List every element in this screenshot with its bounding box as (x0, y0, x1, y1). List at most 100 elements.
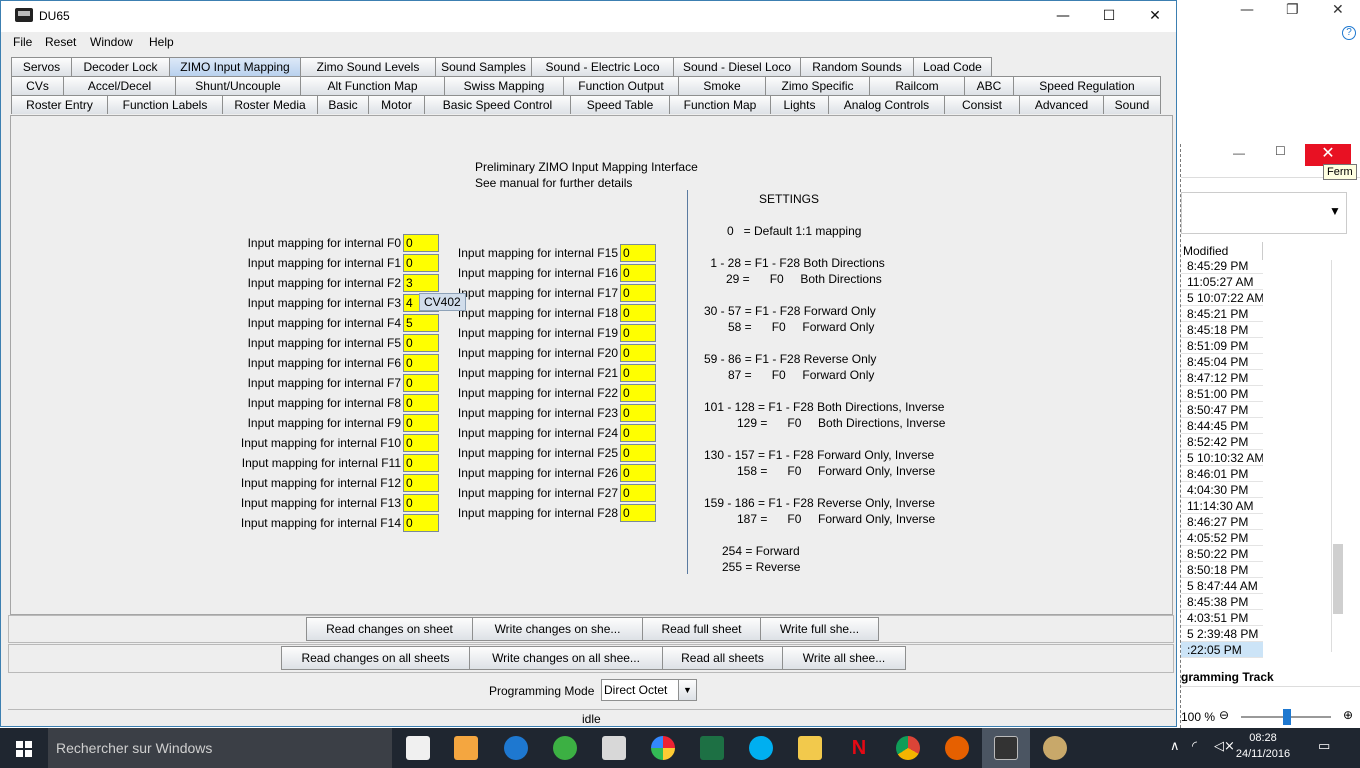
tab-abc[interactable]: ABC (964, 76, 1014, 95)
netflix-icon[interactable]: N (847, 736, 871, 760)
read-changes-on-sheet-button[interactable]: Read changes on sheet (306, 617, 473, 641)
list-item[interactable]: 8:45:18 PM (1181, 322, 1263, 338)
explorer-minimize-icon[interactable]: — (1233, 146, 1245, 160)
tray-chevron-up-icon[interactable]: ∧ (1170, 739, 1180, 754)
list-item[interactable]: 4:04:30 PM (1181, 482, 1263, 498)
read-all-sheets-button[interactable]: Read all sheets (662, 646, 783, 670)
clock-time[interactable]: 08:28 (1238, 732, 1288, 744)
mapping-input[interactable]: 0 (620, 284, 656, 302)
tab-shunt-uncouple[interactable]: Shunt/Uncouple (175, 76, 301, 95)
list-item[interactable]: 8:45:21 PM (1181, 306, 1263, 322)
list-item[interactable]: :22:05 PM (1181, 642, 1263, 658)
excel-icon[interactable] (700, 736, 724, 760)
tab-sound-diesel-loco[interactable]: Sound - Diesel Loco (673, 57, 801, 76)
tab-roster-media[interactable]: Roster Media (222, 95, 318, 114)
bg-close-icon[interactable]: ✕ (1332, 2, 1344, 18)
explorer-address-combo[interactable] (1181, 192, 1347, 234)
windows-start-icon[interactable] (0, 728, 48, 768)
mapping-input[interactable]: 0 (620, 324, 656, 342)
tab-basic[interactable]: Basic (317, 95, 369, 114)
tab-railcom[interactable]: Railcom (869, 76, 965, 95)
explorer-scroll-thumb[interactable] (1333, 544, 1343, 614)
write-changes-on-sheet-button[interactable]: Write changes on she... (472, 617, 643, 641)
list-item[interactable]: 5 2:39:48 PM (1181, 626, 1263, 642)
list-item[interactable]: 8:44:45 PM (1181, 418, 1263, 434)
tab-servos[interactable]: Servos (11, 57, 72, 76)
list-item[interactable]: 8:46:27 PM (1181, 514, 1263, 530)
tab-load-code[interactable]: Load Code (913, 57, 992, 76)
tab-function-labels[interactable]: Function Labels (107, 95, 223, 114)
list-item[interactable]: 11:05:27 AM (1181, 274, 1263, 290)
list-item[interactable]: 11:14:30 AM (1181, 498, 1263, 514)
menu-file[interactable]: File (13, 35, 32, 49)
explorer-maximize-icon[interactable]: ☐ (1275, 144, 1286, 158)
menu-help[interactable]: Help (149, 35, 174, 49)
taskbar-search-box[interactable]: Rechercher sur Windows (48, 728, 392, 768)
clock-date[interactable]: 24/11/2016 (1232, 748, 1294, 760)
tab-accel-decel[interactable]: Accel/Decel (63, 76, 176, 95)
zoom-out-icon[interactable]: ⊖ (1219, 708, 1229, 722)
tab-swiss-mapping[interactable]: Swiss Mapping (444, 76, 564, 95)
list-item[interactable]: 8:50:22 PM (1181, 546, 1263, 562)
tab-random-sounds[interactable]: Random Sounds (800, 57, 914, 76)
tab-roster-entry[interactable]: Roster Entry (11, 95, 108, 114)
firefox-icon[interactable] (945, 736, 969, 760)
decoderpro-icon[interactable] (994, 736, 1018, 760)
tab-alt-function-map[interactable]: Alt Function Map (300, 76, 445, 95)
mapping-input[interactable]: 0 (620, 444, 656, 462)
list-item[interactable]: 8:45:29 PM (1181, 258, 1263, 274)
mapping-input[interactable]: 0 (620, 304, 656, 322)
edge-browser-icon[interactable] (504, 736, 528, 760)
read-changes-on-all-sheets-button[interactable]: Read changes on all sheets (281, 646, 470, 670)
tab-sound[interactable]: Sound (1103, 95, 1161, 114)
list-item[interactable]: 8:50:47 PM (1181, 402, 1263, 418)
chrome-icon[interactable] (896, 736, 920, 760)
tab-decoder-lock[interactable]: Decoder Lock (71, 57, 170, 76)
mapping-input[interactable]: 0 (620, 384, 656, 402)
list-item[interactable]: 8:46:01 PM (1181, 466, 1263, 482)
tab-zimo-input-mapping[interactable]: ZIMO Input Mapping (169, 57, 301, 76)
bg-minimize-icon[interactable]: — (1240, 2, 1254, 18)
zoom-slider-thumb[interactable] (1283, 709, 1291, 725)
tab-lights[interactable]: Lights (770, 95, 829, 114)
chevron-down-icon[interactable]: ▼ (678, 680, 696, 700)
list-item[interactable]: 8:45:04 PM (1181, 354, 1263, 370)
list-item[interactable]: 8:47:12 PM (1181, 370, 1263, 386)
list-item[interactable]: 8:51:00 PM (1181, 386, 1263, 402)
chevron-down-icon[interactable]: ▼ (1329, 204, 1341, 218)
mapping-input[interactable]: 0 (620, 464, 656, 482)
list-item[interactable]: 5 10:07:22 AM (1181, 290, 1263, 306)
skype-icon[interactable] (749, 736, 773, 760)
notification-icon[interactable]: ▭ (1318, 739, 1330, 754)
photos-icon[interactable] (651, 736, 675, 760)
list-item[interactable]: 8:45:38 PM (1181, 594, 1263, 610)
list-item[interactable]: 8:52:42 PM (1181, 434, 1263, 450)
mapping-input[interactable]: 0 (620, 404, 656, 422)
minimize-button[interactable]: — (1040, 1, 1086, 31)
list-item[interactable]: 8:51:09 PM (1181, 338, 1263, 354)
write-all-sheets-button[interactable]: Write all shee... (782, 646, 906, 670)
menu-reset[interactable]: Reset (45, 35, 76, 49)
programming-mode-select[interactable]: Direct Octet ▼ (601, 679, 697, 701)
mapping-input[interactable]: 0 (620, 504, 656, 522)
list-item[interactable]: 5 8:47:44 AM (1181, 578, 1263, 594)
tab-function-map[interactable]: Function Map (669, 95, 771, 114)
mapping-input[interactable]: 0 (620, 264, 656, 282)
zoom-in-icon[interactable]: ⊕ (1343, 708, 1353, 722)
tab-basic-speed-control[interactable]: Basic Speed Control (424, 95, 571, 114)
file-explorer-icon[interactable] (798, 736, 822, 760)
tab-sound-electric-loco[interactable]: Sound - Electric Loco (531, 57, 674, 76)
tab-speed-regulation[interactable]: Speed Regulation (1013, 76, 1161, 95)
tab-advanced[interactable]: Advanced (1019, 95, 1104, 114)
network-icon[interactable]: ◜ (1192, 739, 1197, 754)
tab-analog-controls[interactable]: Analog Controls (828, 95, 945, 114)
mapping-input[interactable]: 0 (620, 424, 656, 442)
tab-function-output[interactable]: Function Output (563, 76, 679, 95)
tab-consist[interactable]: Consist (944, 95, 1020, 114)
tab-zimo-sound-levels[interactable]: Zimo Sound Levels (300, 57, 436, 76)
sync-icon[interactable] (553, 736, 577, 760)
mapping-input[interactable]: 0 (620, 244, 656, 262)
mapping-input[interactable]: 0 (620, 344, 656, 362)
close-button[interactable]: ✕ (1132, 1, 1178, 31)
store-icon[interactable] (406, 736, 430, 760)
